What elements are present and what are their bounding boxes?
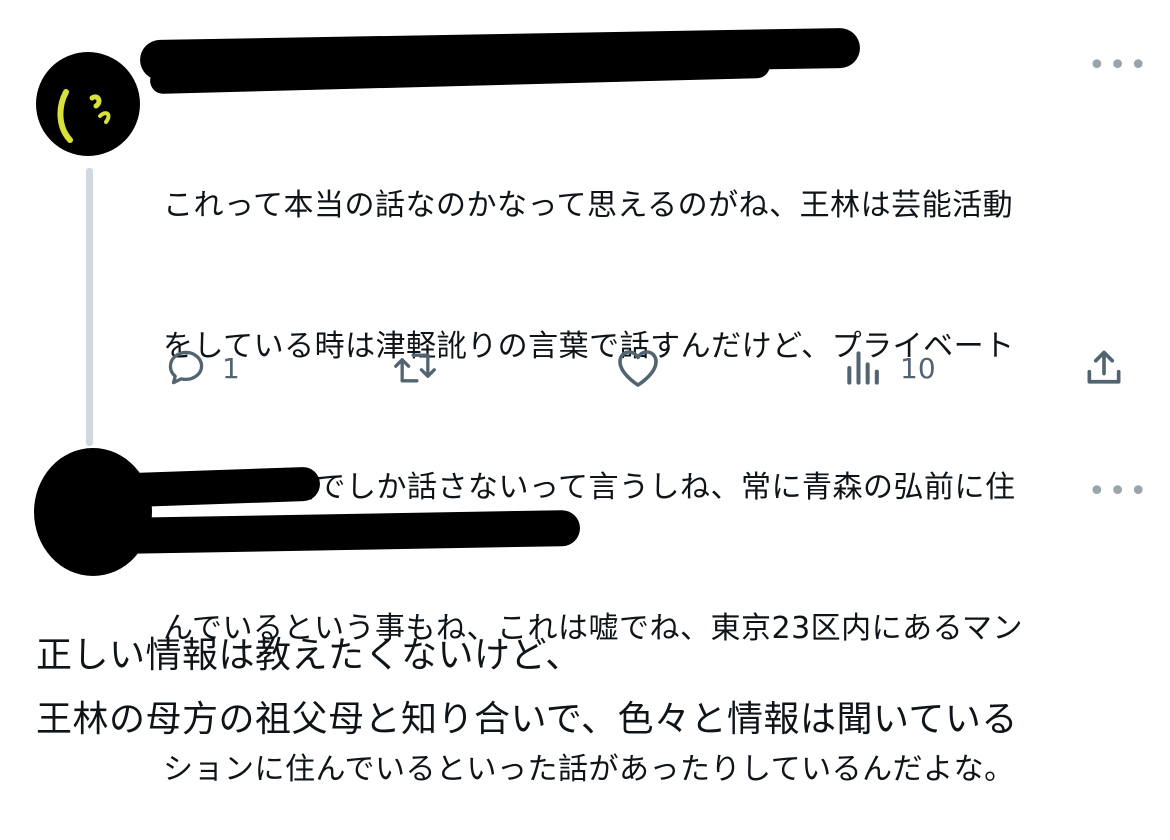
share-button[interactable] xyxy=(1082,342,1126,394)
avatar[interactable] xyxy=(34,448,152,576)
avatar-image xyxy=(57,89,111,143)
more-icon: ••• xyxy=(1088,474,1151,509)
views-count: 10 xyxy=(900,351,936,385)
redacted-username xyxy=(119,466,321,508)
share-icon xyxy=(1087,350,1121,384)
reply-count: 1 xyxy=(222,351,240,385)
retweet-button[interactable] xyxy=(390,342,454,394)
reply-text-line: ションに住んでいるといった話があったりしているんだよな。 xyxy=(163,752,1015,787)
more-options-button[interactable]: ••• xyxy=(1088,477,1150,507)
retweet-icon xyxy=(394,353,436,383)
like-button[interactable] xyxy=(614,342,676,394)
thread-line xyxy=(86,168,93,446)
post-text: 正しい情報は教えたくないけど、 王林の母方の祖父母と知り合いで、色々と情報は聞い… xyxy=(36,624,1156,752)
reply-icon xyxy=(168,350,204,385)
more-options-button[interactable]: ••• xyxy=(1088,51,1150,81)
views-button[interactable]: 10 xyxy=(842,342,936,394)
reply-text-line: これって本当の話なのかなって思えるのがね、王林は芸能活動 xyxy=(163,188,1014,223)
avatar[interactable] xyxy=(36,52,140,156)
post-text-line: 正しい情報は教えたくないけど、 xyxy=(36,635,582,676)
views-icon xyxy=(847,351,879,385)
more-icon: ••• xyxy=(1088,48,1151,83)
heart-icon xyxy=(618,350,658,387)
post-text-line: 王林の母方の祖父母と知り合いで、色々と情報は聞いている xyxy=(36,699,1018,740)
reply-button[interactable]: 1 xyxy=(164,342,240,394)
